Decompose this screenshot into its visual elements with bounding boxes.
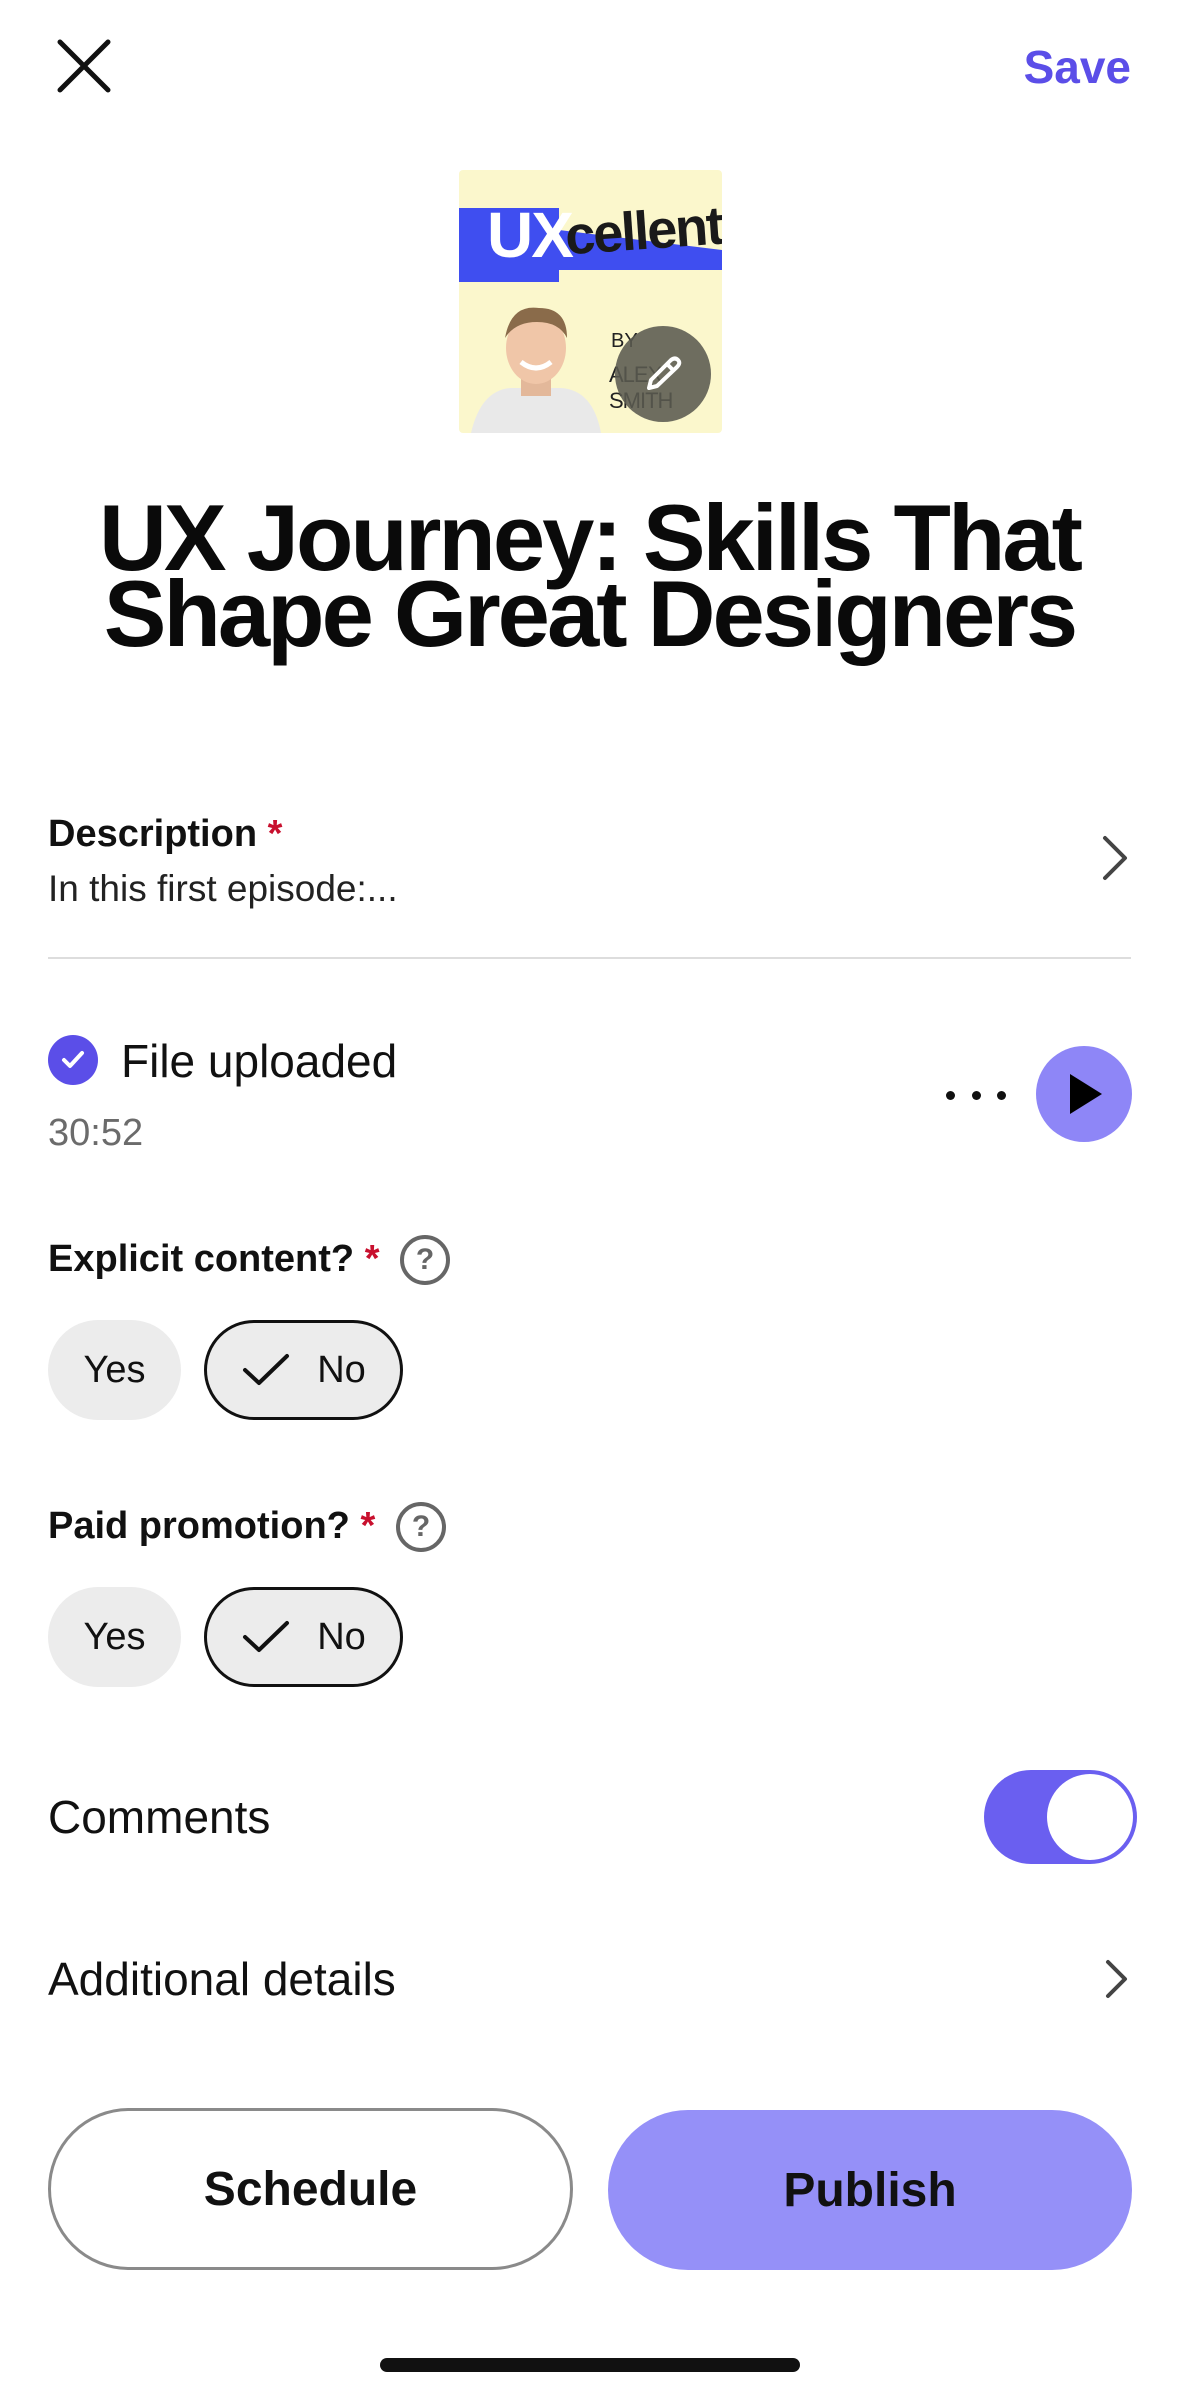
required-mark: *	[360, 1505, 376, 1547]
more-dot-icon	[946, 1090, 955, 1100]
home-indicator	[380, 2358, 800, 2372]
help-icon[interactable]: ?	[396, 1502, 446, 1552]
logo-cellent-text: cellent	[563, 195, 722, 267]
paid-promotion-label-text: Paid promotion?	[48, 1505, 350, 1547]
required-mark: *	[267, 813, 283, 855]
required-mark: *	[364, 1238, 380, 1280]
explicit-content-label-text: Explicit content?	[48, 1238, 355, 1280]
more-dot-icon	[971, 1090, 981, 1100]
paid-promotion-label: Paid promotion? *	[48, 1505, 375, 1548]
play-button[interactable]	[1036, 1046, 1132, 1142]
more-dot-icon	[997, 1090, 1006, 1100]
promotion-no-option[interactable]: No	[204, 1587, 403, 1687]
episode-title: UX Journey: Skills That Shape Great Desi…	[99, 485, 1083, 666]
schedule-button[interactable]: Schedule	[48, 2108, 573, 2270]
explicit-content-label: Explicit content? *	[48, 1238, 380, 1281]
comments-toggle[interactable]	[984, 1770, 1137, 1864]
description-label: Description *	[48, 813, 282, 856]
divider	[48, 957, 1131, 959]
pencil-icon	[647, 356, 682, 390]
chevron-right-icon	[1103, 836, 1127, 880]
description-open-button[interactable]	[1099, 832, 1131, 889]
description-label-text: Description	[48, 813, 258, 855]
option-label: Yes	[83, 1615, 146, 1658]
additional-details-label[interactable]: Additional details	[48, 1952, 396, 2006]
more-options-button[interactable]	[946, 1070, 1006, 1120]
option-label: No	[317, 1348, 366, 1391]
upload-status: File uploaded	[121, 1035, 398, 1087]
comments-label: Comments	[48, 1791, 271, 1843]
chevron-right-icon	[1106, 1960, 1127, 1998]
help-icon[interactable]: ?	[400, 1235, 450, 1285]
promotion-yes-option[interactable]: Yes	[48, 1587, 181, 1687]
publish-button[interactable]: Publish	[608, 2110, 1132, 2270]
option-label: Yes	[83, 1348, 146, 1391]
audio-duration: 30:52	[48, 1112, 144, 1154]
check-icon	[241, 1352, 291, 1388]
play-icon	[1070, 1074, 1102, 1114]
description-preview[interactable]: In this first episode:...	[48, 868, 398, 910]
logo-ux-text: UX	[487, 199, 574, 271]
edit-cover-button[interactable]	[615, 326, 711, 422]
save-button[interactable]: Save	[1024, 40, 1131, 94]
explicit-yes-option[interactable]: Yes	[48, 1320, 181, 1420]
explicit-no-option[interactable]: No	[204, 1320, 403, 1420]
close-button[interactable]	[48, 30, 120, 102]
check-icon	[241, 1619, 291, 1655]
episode-cover-art[interactable]: UX cellent BY ALEX SMITH	[459, 170, 722, 433]
close-icon	[57, 39, 111, 93]
author-photo	[471, 307, 601, 433]
option-label: No	[317, 1615, 366, 1658]
toggle-knob	[1047, 1774, 1133, 1860]
checkmark-circle-icon	[48, 1035, 98, 1085]
additional-details-button[interactable]	[1103, 1957, 1131, 2006]
